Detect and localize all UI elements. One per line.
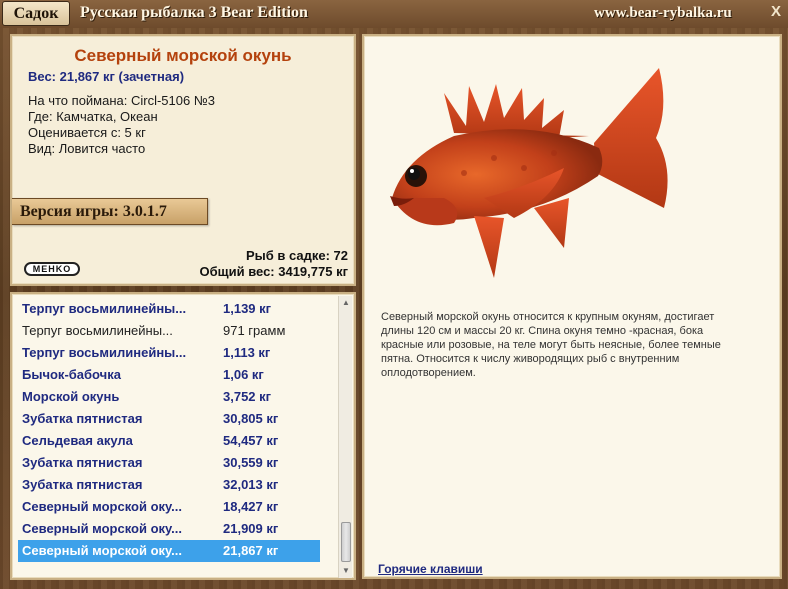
list-item[interactable]: Бычок-бабочка 1,06 кг [18,364,320,386]
fish-kind: Вид: Ловится часто [28,141,146,156]
list-item-name: Терпуг восьмилинейны... [22,345,187,360]
fish-description: Северный морской окунь относится к крупн… [381,311,721,379]
list-item[interactable]: Северный морской оку... 21,867 кг [18,540,320,562]
list-item-name: Зубатка пятнистая [22,477,143,492]
list-item[interactable]: Терпуг восьмилинейны... 1,113 кг [18,342,320,364]
version-badge: Версия игры: 3.0.1.7 [12,198,208,225]
list-item-name: Северный морской оку... [22,543,182,558]
list-item-weight: 3,752 кг [223,389,272,404]
total-weight: Общий вес: 3419,775 кг [199,264,348,279]
scrollbar[interactable]: ▲ ▼ [338,296,352,578]
list-item-weight: 1,139 кг [223,301,272,316]
fish-description-panel: Северный морской окунь относится к крупн… [362,34,782,579]
title-bar: Садок Русская рыбалка 3 Bear Edition www… [0,0,788,28]
valued-from: Оценивается с: 5 кг [28,125,146,140]
list-item[interactable]: Зубатка пятнистая 30,559 кг [18,452,320,474]
list-item-name: Зубатка пятнистая [22,455,143,470]
fish-image [390,68,668,278]
caught-with: На что поймана: Circl-5106 №3 [28,93,216,108]
list-item-weight: 32,013 кг [223,477,279,492]
close-icon[interactable]: X [768,4,784,20]
mehko-logo: MEHKO [24,262,80,276]
list-item[interactable]: Зубатка пятнистая 32,013 кг [18,474,320,496]
scroll-up-icon[interactable]: ▲ [339,296,353,310]
list-item-weight: 21,867 кг [223,543,279,558]
app-window: Садок Русская рыбалка 3 Bear Edition www… [0,0,788,589]
list-item-weight: 54,457 кг [223,433,279,448]
list-item-weight: 30,805 кг [223,411,279,426]
catch-list: Терпуг восьмилинейны... 1,139 кг Терпуг во… [18,298,320,562]
list-item-name: Бычок-бабочка [22,367,121,382]
list-item[interactable]: Терпуг восьмилинейны... 1,139 кг [18,298,320,320]
fish-name: Северный морской окунь [74,46,292,65]
list-item-weight: 971 грамм [223,323,286,338]
list-item-name: Терпуг восьмилинейны... [22,301,187,316]
list-item-weight: 21,909 кг [223,521,279,536]
list-item[interactable]: Северный морской оку... 21,909 кг [18,518,320,540]
app-title: Русская рыбалка 3 Bear Edition [80,4,308,21]
catch-list-panel: Терпуг восьмилинейны... 1,139 кг Терпуг во… [10,292,356,580]
fish-info-panel: Северный морской окунь Вес: 21,867 кг (з… [10,34,356,286]
fish-count: Рыб в садке: 72 [245,248,348,263]
catch-location: Где: Камчатка, Океан [28,109,158,124]
site-url-link[interactable]: www.bear-rybalka.ru [594,5,732,22]
list-item-weight: 18,427 кг [223,499,279,514]
sadok-button[interactable]: Садок [2,1,70,26]
list-item[interactable]: Зубатка пятнистая 30,805 кг [18,408,320,430]
list-item-name: Морской окунь [22,389,120,404]
scroll-down-icon[interactable]: ▼ [339,564,353,578]
list-item-name: Северный морской оку... [22,521,182,536]
list-item-weight: 1,113 кг [223,345,271,360]
list-item[interactable]: Морской окунь 3,752 кг [18,386,320,408]
list-item[interactable]: Терпуг восьмилинейны... 971 грамм [18,320,320,342]
list-item-name: Сельдевая акула [22,433,133,448]
list-item[interactable]: Северный морской оку... 18,427 кг [18,496,320,518]
list-item-weight: 30,559 кг [223,455,279,470]
scroll-thumb[interactable] [341,522,351,562]
hotkeys-link[interactable]: Горячие клавиши [378,562,483,576]
list-item-name: Зубатка пятнистая [22,411,143,426]
list-item-weight: 1,06 кг [223,367,264,382]
list-item-name: Северный морской оку... [22,499,182,514]
list-item-name: Терпуг восьмилинейны... [22,323,173,338]
fish-weight: Вес: 21,867 кг (зачетная) [28,69,185,84]
list-item[interactable]: Сельдевая акула 54,457 кг [18,430,320,452]
